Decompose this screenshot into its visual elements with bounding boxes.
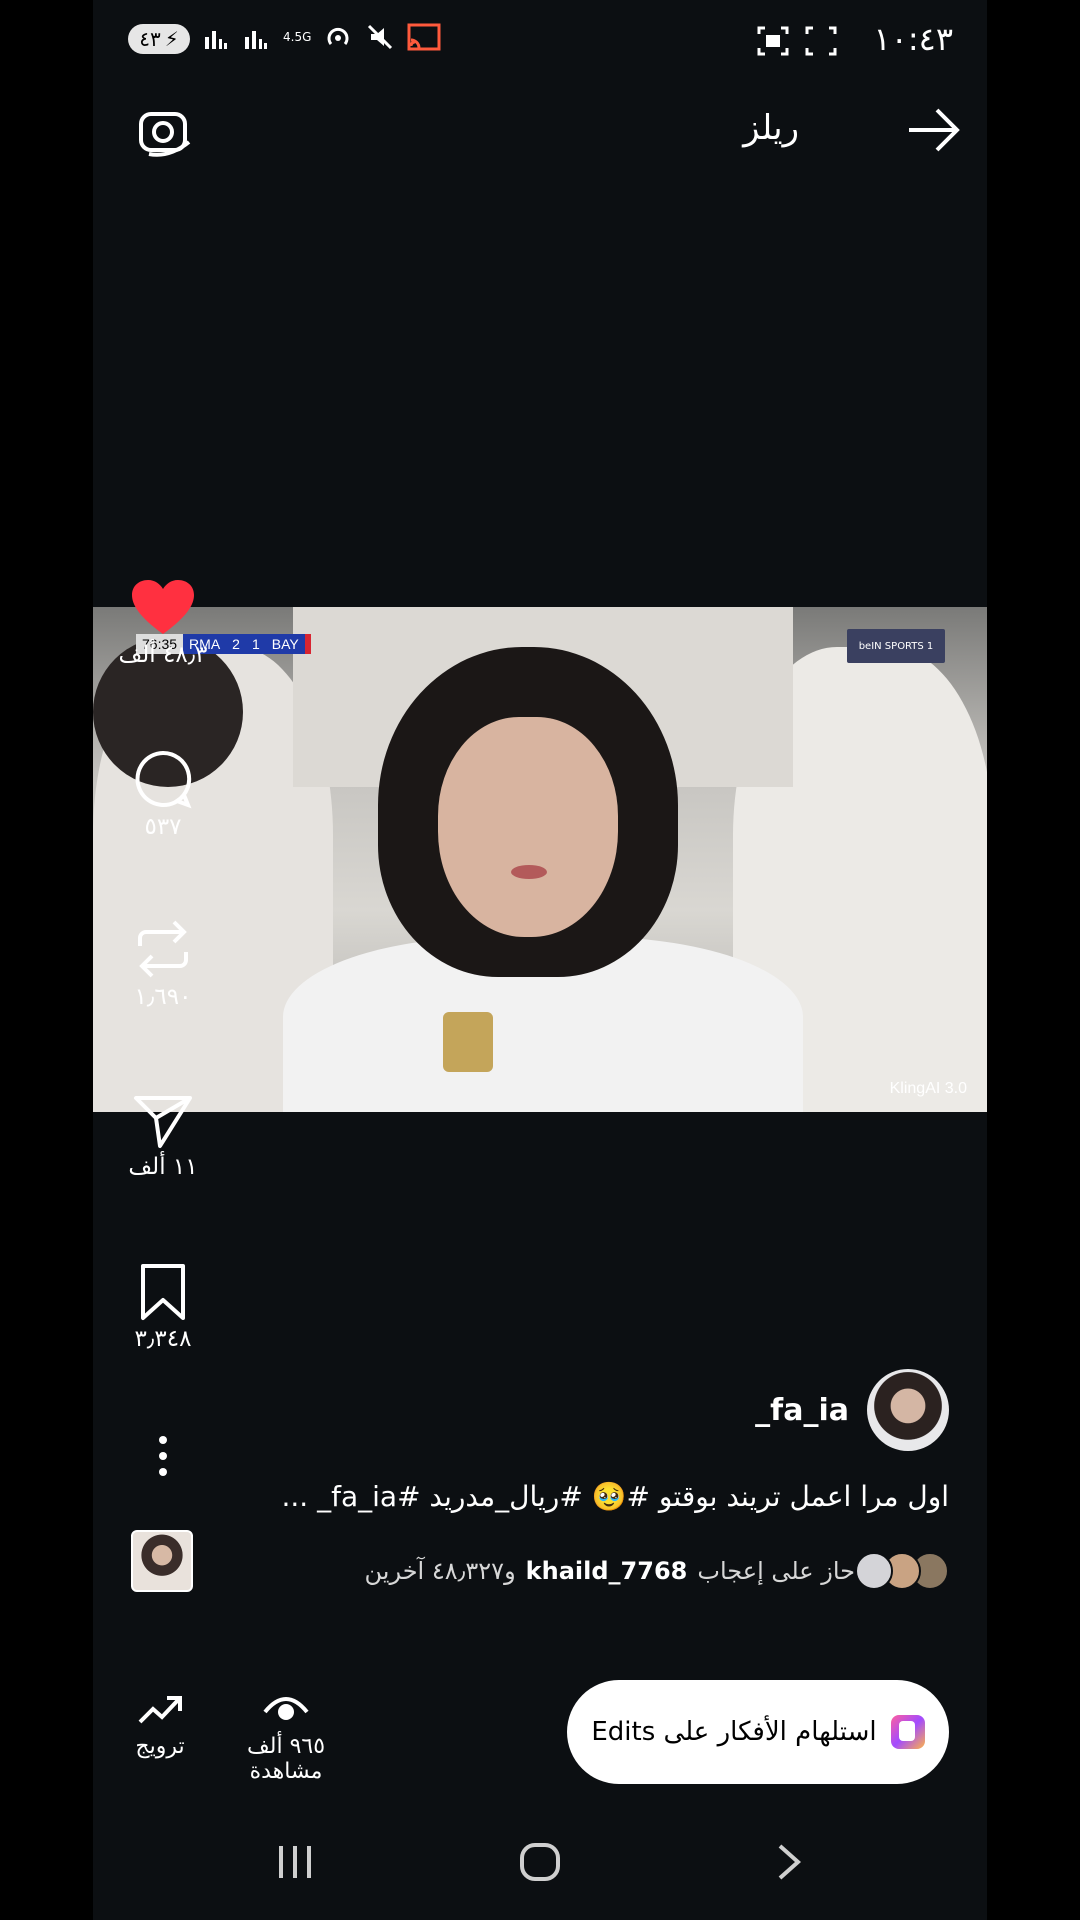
views-label: ٩٦٥ ألف مشاهدة <box>246 1734 326 1784</box>
repost-icon[interactable] <box>132 918 194 980</box>
save-action: ٣٫٣٤٨ <box>93 1262 233 1352</box>
watermark: KlingAI 3.0 <box>889 1080 967 1097</box>
fullscreen-icon <box>805 26 837 56</box>
reels-screen: ٤٣ ⚡ 4.5G ١٠:٤٣ ريلز 76:35 RMA 2 1 BAY b… <box>93 0 987 1920</box>
edits-label: استلهام الأفكار على Edits <box>591 1717 877 1747</box>
shares-count: ١١ ألف <box>128 1154 198 1180</box>
figure-face <box>438 717 618 937</box>
bookmark-icon[interactable] <box>138 1262 188 1322</box>
away-team: BAY <box>265 634 305 654</box>
network-type: 4.5G <box>283 30 312 44</box>
username[interactable]: _fa_ia <box>755 1393 849 1428</box>
trending-up-icon <box>138 1696 182 1724</box>
recents-icon <box>279 1846 311 1878</box>
signal-icon-2 <box>245 31 267 49</box>
mute-icon <box>368 24 393 50</box>
more-options-icon[interactable] <box>153 1434 173 1478</box>
liked-by-row[interactable]: حاز على إعجاب khaild_7768 و٤٨٫٣٢٧ آخرين <box>364 1552 949 1590</box>
arrow-right-icon <box>909 108 960 152</box>
repost-action: ١٫٦٩٠ <box>93 918 233 1010</box>
liker-avatar <box>855 1552 893 1590</box>
screenshot-icon <box>757 26 789 56</box>
page-title: ريلز <box>743 108 799 148</box>
author-row: _fa_ia <box>755 1368 949 1452</box>
saves-count: ٣٫٣٤٨ <box>134 1326 192 1352</box>
comment-icon[interactable] <box>132 748 194 810</box>
comments-count: ٥٣٧ <box>144 814 182 840</box>
liked-by-user[interactable]: khaild_7768 <box>526 1557 688 1585</box>
share-action: ١١ ألف <box>93 1090 233 1180</box>
away-score: 1 <box>245 634 266 654</box>
heart-icon[interactable] <box>130 578 196 638</box>
clock: ١٠:٤٣ <box>873 20 953 58</box>
views-button[interactable]: ٩٦٥ ألف مشاهدة <box>211 1692 361 1784</box>
send-icon[interactable] <box>132 1090 194 1150</box>
eye-icon <box>263 1697 309 1720</box>
hotspot-icon <box>327 27 349 45</box>
promote-label: ترويج <box>135 1734 185 1759</box>
cast-icon <box>407 23 441 51</box>
back-button[interactable] <box>901 102 965 158</box>
caption[interactable]: اول مرا اعمل تريند بوقتو #🥹 #ريال_مدريد … <box>282 1480 950 1513</box>
comment-action: ٥٣٧ <box>93 748 233 840</box>
back-nav-button[interactable] <box>759 1840 819 1884</box>
score-bug-end <box>304 634 311 654</box>
audio-thumbnail[interactable] <box>131 1530 193 1592</box>
like-action: ٤٨٫٣ ألف <box>93 578 233 668</box>
reposts-count: ١٫٦٩٠ <box>134 984 192 1010</box>
author-avatar[interactable] <box>867 1369 949 1451</box>
home-icon <box>520 1843 560 1881</box>
home-button[interactable] <box>510 1840 570 1884</box>
promote-button[interactable]: ترويج <box>115 1692 205 1759</box>
figure-lips <box>511 865 547 879</box>
more-action <box>93 1434 233 1478</box>
chevron-right-icon <box>778 1844 802 1880</box>
edits-inspiration-button[interactable]: استلهام الأفكار على Edits <box>567 1680 949 1784</box>
likes-count[interactable]: ٤٨٫٣ ألف <box>118 642 207 668</box>
liker-avatars <box>855 1552 949 1590</box>
liked-by-suffix: و٤٨٫٣٢٧ آخرين <box>364 1557 516 1585</box>
recents-button[interactable] <box>265 1840 325 1884</box>
edits-logo-icon <box>890 1715 925 1749</box>
club-crest <box>443 1012 493 1072</box>
channel-logo: beIN SPORTS 1 <box>847 629 945 663</box>
screen-icons <box>757 26 837 56</box>
system-navbar <box>93 1822 987 1912</box>
liked-by-prefix: حاز على إعجاب <box>697 1557 855 1585</box>
action-rail: ٤٨٫٣ ألف ٥٣٧ ١٫٦٩٠ ١١ ألف ٣٫٣٤٨ <box>93 0 243 1920</box>
